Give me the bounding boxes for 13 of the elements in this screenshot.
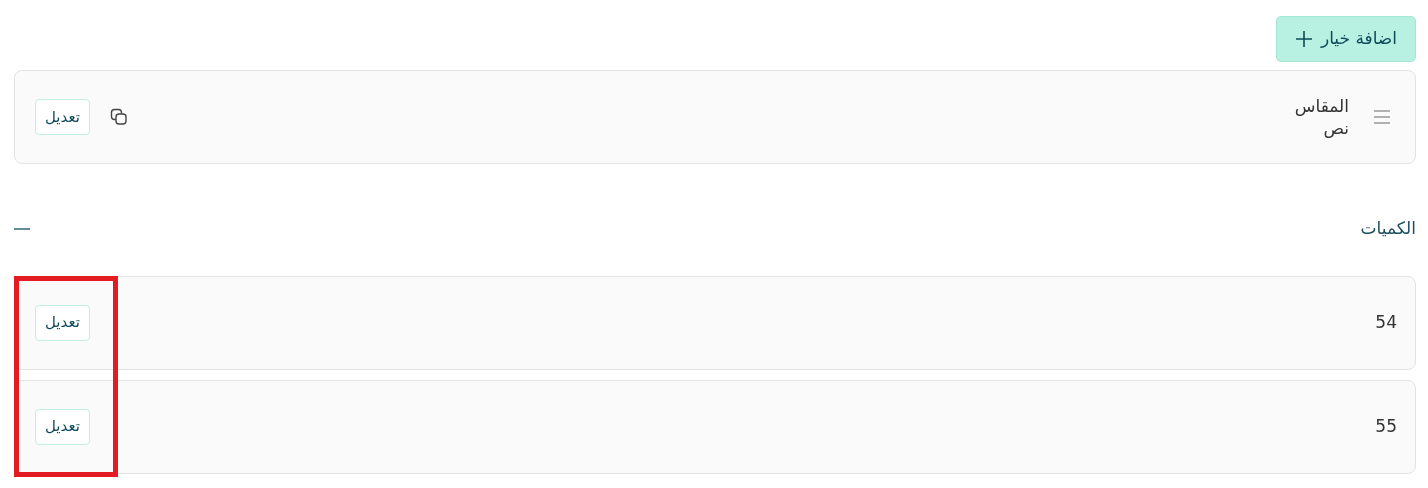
edit-button[interactable]: تعديل bbox=[35, 99, 90, 135]
copy-icon[interactable] bbox=[109, 108, 128, 126]
drag-handle-icon[interactable] bbox=[1373, 108, 1391, 126]
option-type: نص bbox=[1322, 117, 1349, 140]
edit-button[interactable]: تعديل bbox=[35, 408, 90, 445]
option-name: المقاس bbox=[1294, 94, 1349, 117]
quantity-value: 55 bbox=[1375, 414, 1397, 438]
collapse-icon[interactable] bbox=[14, 226, 30, 231]
edit-button[interactable]: تعديل bbox=[35, 304, 90, 341]
plus-icon bbox=[1295, 30, 1313, 48]
section-title: الكميات bbox=[1360, 217, 1416, 240]
quantity-value: 54 bbox=[1375, 310, 1397, 334]
add-option-button[interactable]: اضافة خيار bbox=[1276, 16, 1416, 62]
